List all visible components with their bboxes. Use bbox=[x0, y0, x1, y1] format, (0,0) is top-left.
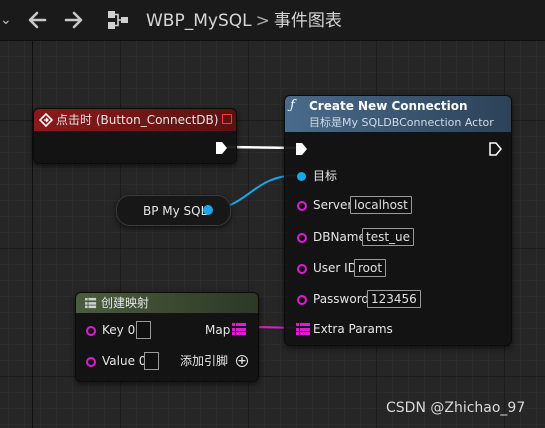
exec-out-pin-icon[interactable] bbox=[215, 141, 228, 155]
event-diamond-icon bbox=[39, 113, 53, 127]
value-pin-icon[interactable] bbox=[86, 357, 96, 367]
make-map-header: 创建映射 bbox=[76, 293, 258, 313]
password-pin-icon[interactable] bbox=[297, 295, 307, 305]
create-connection-subtitle: 目标是My SQLDBConnection Actor bbox=[309, 116, 494, 129]
create-new-connection-node[interactable]: ƒ Create New Connection 目标是My SQLDBConne… bbox=[284, 95, 512, 346]
extra-params-pin-label: Extra Params bbox=[313, 322, 393, 336]
dbname-field[interactable]: test_ue bbox=[362, 228, 415, 246]
exec-in-pin-icon[interactable] bbox=[295, 142, 308, 156]
variable-node-bp-my-sql[interactable]: BP My SQL bbox=[116, 195, 231, 226]
map-out-pin-label: Map bbox=[205, 323, 231, 337]
event-node-on-clicked[interactable]: 点击时 (Button_ConnectDB) bbox=[33, 108, 237, 164]
key-pin-icon[interactable] bbox=[86, 326, 96, 336]
function-icon: ƒ bbox=[290, 98, 295, 113]
userid-pin-label: User ID bbox=[313, 261, 357, 275]
map-out-pin-icon[interactable] bbox=[232, 323, 246, 335]
add-pin-label[interactable]: 添加引脚 bbox=[180, 353, 228, 369]
object-out-pin-icon[interactable] bbox=[203, 205, 213, 215]
event-node-header: 点击时 (Button_ConnectDB) bbox=[34, 109, 236, 131]
target-pin-label: 目标 bbox=[313, 169, 338, 183]
event-node-title: 点击时 (Button_ConnectDB) bbox=[56, 113, 219, 127]
password-field[interactable]: 123456 bbox=[367, 290, 421, 308]
value-pin-label: Value 0 bbox=[102, 354, 147, 368]
make-map-title: 创建映射 bbox=[101, 296, 150, 310]
key-field[interactable] bbox=[136, 321, 151, 339]
variable-node-label: BP My SQL bbox=[143, 204, 208, 218]
extra-params-map-pin-icon[interactable] bbox=[296, 323, 310, 335]
create-connection-title: Create New Connection bbox=[309, 99, 468, 113]
password-pin-label: Password bbox=[313, 292, 370, 306]
server-field[interactable]: localhost bbox=[350, 196, 412, 214]
target-pin-icon[interactable] bbox=[297, 172, 306, 181]
server-pin-icon[interactable] bbox=[297, 201, 307, 211]
create-connection-header: ƒ Create New Connection 目标是My SQLDBConne… bbox=[285, 96, 511, 132]
watermark-text: CSDN @Zhichao_97 bbox=[386, 400, 526, 416]
key-pin-label: Key 0 bbox=[102, 323, 136, 337]
map-header-icon bbox=[85, 297, 97, 309]
add-pin-plus-icon[interactable]: + bbox=[236, 355, 248, 367]
exec-out-pin-icon[interactable] bbox=[489, 142, 502, 156]
userid-field[interactable]: root bbox=[354, 259, 387, 277]
userid-pin-icon[interactable] bbox=[297, 264, 307, 274]
server-pin-label: Server bbox=[313, 198, 353, 212]
value-field[interactable] bbox=[144, 352, 159, 370]
delegate-pin-icon[interactable] bbox=[222, 114, 232, 124]
make-map-node[interactable]: 创建映射 Key 0 Map Value 0 添加引脚 + bbox=[75, 292, 259, 382]
dbname-pin-label: DBName bbox=[313, 230, 366, 244]
dbname-pin-icon[interactable] bbox=[297, 233, 307, 243]
